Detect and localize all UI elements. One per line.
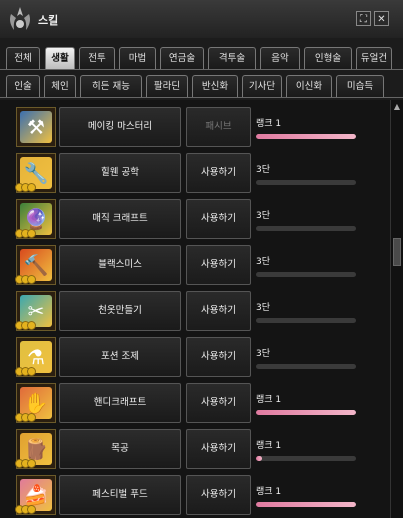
medal-icon: [27, 459, 36, 468]
window-title: 스킬: [38, 14, 59, 27]
use-skill-button[interactable]: 사용하기: [186, 383, 251, 423]
skill-progress-bar: [256, 226, 356, 231]
scroll-up-arrow-icon[interactable]: ▲: [392, 102, 402, 112]
skill-icon-frame[interactable]: ⚗: [15, 337, 56, 377]
skill-name-button[interactable]: 메이킹 마스터리: [59, 107, 181, 147]
skill-progress-bar: [256, 410, 356, 415]
title-bar[interactable]: 스킬 ⛶ ✕: [0, 0, 403, 39]
skill-icon-frame[interactable]: 🔨: [15, 245, 56, 285]
use-skill-button[interactable]: 사용하기: [186, 199, 251, 239]
skill-progress-fill: [256, 456, 262, 461]
hammer-gear-icon: ⚒: [20, 111, 52, 143]
skill-progress-bar: [256, 318, 356, 323]
skill-row: ✂ 천옷만들기 사용하기 3단: [0, 288, 390, 334]
tab-tabs_row2-7[interactable]: 미습득: [336, 75, 384, 97]
skill-row: 🍰 페스티벌 푸드 사용하기 랭크 1: [0, 472, 390, 518]
tab-tabs_row1-3[interactable]: 마법: [119, 47, 156, 69]
skill-icon-frame[interactable]: ✋: [15, 383, 56, 423]
tab-tabs_row1-4[interactable]: 연금술: [160, 47, 204, 69]
tab-tabs_row2-3[interactable]: 팔라딘: [146, 75, 188, 97]
tab-row-divider: [0, 97, 403, 98]
skill-level-text: 3단: [256, 349, 271, 359]
skill-name-button[interactable]: 천옷만들기: [59, 291, 181, 331]
skill-progress-bar: [256, 364, 356, 369]
tab-tabs_row1-1[interactable]: 생활: [45, 47, 75, 69]
medal-icon: [27, 275, 36, 284]
close-button[interactable]: ✕: [374, 11, 389, 26]
skill-row: 🔮 매직 크래프트 사용하기 3단: [0, 196, 390, 242]
skill-level-text: 3단: [256, 211, 271, 221]
tab-tabs_row1-5[interactable]: 격투술: [208, 47, 256, 69]
skill-row: 🔨 블랙스미스 사용하기 3단: [0, 242, 390, 288]
skill-list: ⚒ 메이킹 마스터리 패시브 랭크 1 🔧 힐웬 공학 사용하기 3단 🔮 매직 크래프트 사용하기…: [0, 100, 390, 518]
skill-progress-fill: [256, 134, 356, 139]
tab-tabs_row2-0[interactable]: 인술: [6, 75, 40, 97]
skill-level-text: 3단: [256, 165, 271, 175]
tab-tabs_row1-0[interactable]: 전체: [6, 47, 40, 69]
scroll-thumb[interactable]: [393, 238, 401, 266]
medal-icon: [27, 413, 36, 422]
tab-tabs_row1-2[interactable]: 전투: [79, 47, 115, 69]
skill-progress-bar: [256, 180, 356, 185]
skill-icon-frame[interactable]: 🪵: [15, 429, 56, 469]
passive-label: 패시브: [186, 107, 251, 147]
skill-icon-frame[interactable]: ✂: [15, 291, 56, 331]
use-skill-button[interactable]: 사용하기: [186, 475, 251, 515]
medal-icon: [27, 367, 36, 376]
skill-name-button[interactable]: 포션 조제: [59, 337, 181, 377]
skill-row: 🔧 힐웬 공학 사용하기 3단: [0, 150, 390, 196]
skill-row: ⚒ 메이킹 마스터리 패시브 랭크 1: [0, 104, 390, 150]
scrollbar[interactable]: ▲: [390, 100, 403, 518]
tab-tabs_row1-6[interactable]: 음악: [260, 47, 300, 69]
skill-name-button[interactable]: 목공: [59, 429, 181, 469]
use-skill-button[interactable]: 사용하기: [186, 291, 251, 331]
skill-level-text: 3단: [256, 303, 271, 313]
skill-window-icon: [10, 7, 30, 30]
skill-level-text: 랭크 1: [256, 119, 282, 129]
skill-name-button[interactable]: 매직 크래프트: [59, 199, 181, 239]
tab-row-divider: [0, 69, 403, 70]
skill-progress-fill: [256, 502, 356, 507]
skill-row: 🪵 목공 사용하기 랭크 1: [0, 426, 390, 472]
skill-icon-frame[interactable]: 🍰: [15, 475, 56, 515]
use-skill-button[interactable]: 사용하기: [186, 245, 251, 285]
use-skill-button[interactable]: 사용하기: [186, 429, 251, 469]
skill-level-text: 랭크 1: [256, 395, 282, 405]
skill-category-tabs: 전체 생활 전투 마법 연금술 격투술 음악 인형술 듀얼건인술 체인 히든 재능 팔라딘 반신화 기사단…: [0, 38, 403, 100]
skill-name-button[interactable]: 힐웬 공학: [59, 153, 181, 193]
tab-tabs_row2-1[interactable]: 체인: [44, 75, 76, 97]
medal-icon: [27, 321, 36, 330]
skill-progress-bar: [256, 272, 356, 277]
skill-level-text: 3단: [256, 257, 271, 267]
tab-tabs_row1-7[interactable]: 인형술: [304, 47, 352, 69]
use-skill-button[interactable]: 사용하기: [186, 337, 251, 377]
skill-level-text: 랭크 1: [256, 487, 282, 497]
skill-icon-frame[interactable]: ⚒: [16, 107, 56, 147]
tab-tabs_row2-2[interactable]: 히든 재능: [80, 75, 142, 97]
skill-name-button[interactable]: 페스티벌 푸드: [59, 475, 181, 515]
medal-icon: [27, 229, 36, 238]
skill-name-button[interactable]: 블랙스미스: [59, 245, 181, 285]
skill-icon-frame[interactable]: 🔧: [15, 153, 56, 193]
skill-icon-glyph: ⚒: [27, 115, 45, 139]
skill-progress-bar: [256, 134, 356, 139]
tab-tabs_row1-8[interactable]: 듀얼건: [356, 47, 392, 69]
skill-level-text: 랭크 1: [256, 441, 282, 451]
skill-progress-bar: [256, 456, 356, 461]
medal-icon: [27, 183, 36, 192]
skill-icon-frame[interactable]: 🔮: [15, 199, 56, 239]
tab-tabs_row2-4[interactable]: 반신화: [192, 75, 238, 97]
skill-progress-bar: [256, 502, 356, 507]
tab-tabs_row2-6[interactable]: 이신화: [286, 75, 332, 97]
skill-window: 스킬 ⛶ ✕ 전체 생활 전투 마법 연금술 격투술 음악 인형술 듀얼건인술 체인 히든 재능 팔라…: [0, 0, 403, 518]
medal-icon: [27, 505, 36, 514]
skill-name-button[interactable]: 핸디크래프트: [59, 383, 181, 423]
use-skill-button[interactable]: 사용하기: [186, 153, 251, 193]
tab-tabs_row2-5[interactable]: 기사단: [242, 75, 282, 97]
skill-row: ⚗ 포션 조제 사용하기 3단: [0, 334, 390, 380]
maximize-button[interactable]: ⛶: [356, 11, 371, 26]
skill-progress-fill: [256, 410, 356, 415]
skill-row: ✋ 핸디크래프트 사용하기 랭크 1: [0, 380, 390, 426]
